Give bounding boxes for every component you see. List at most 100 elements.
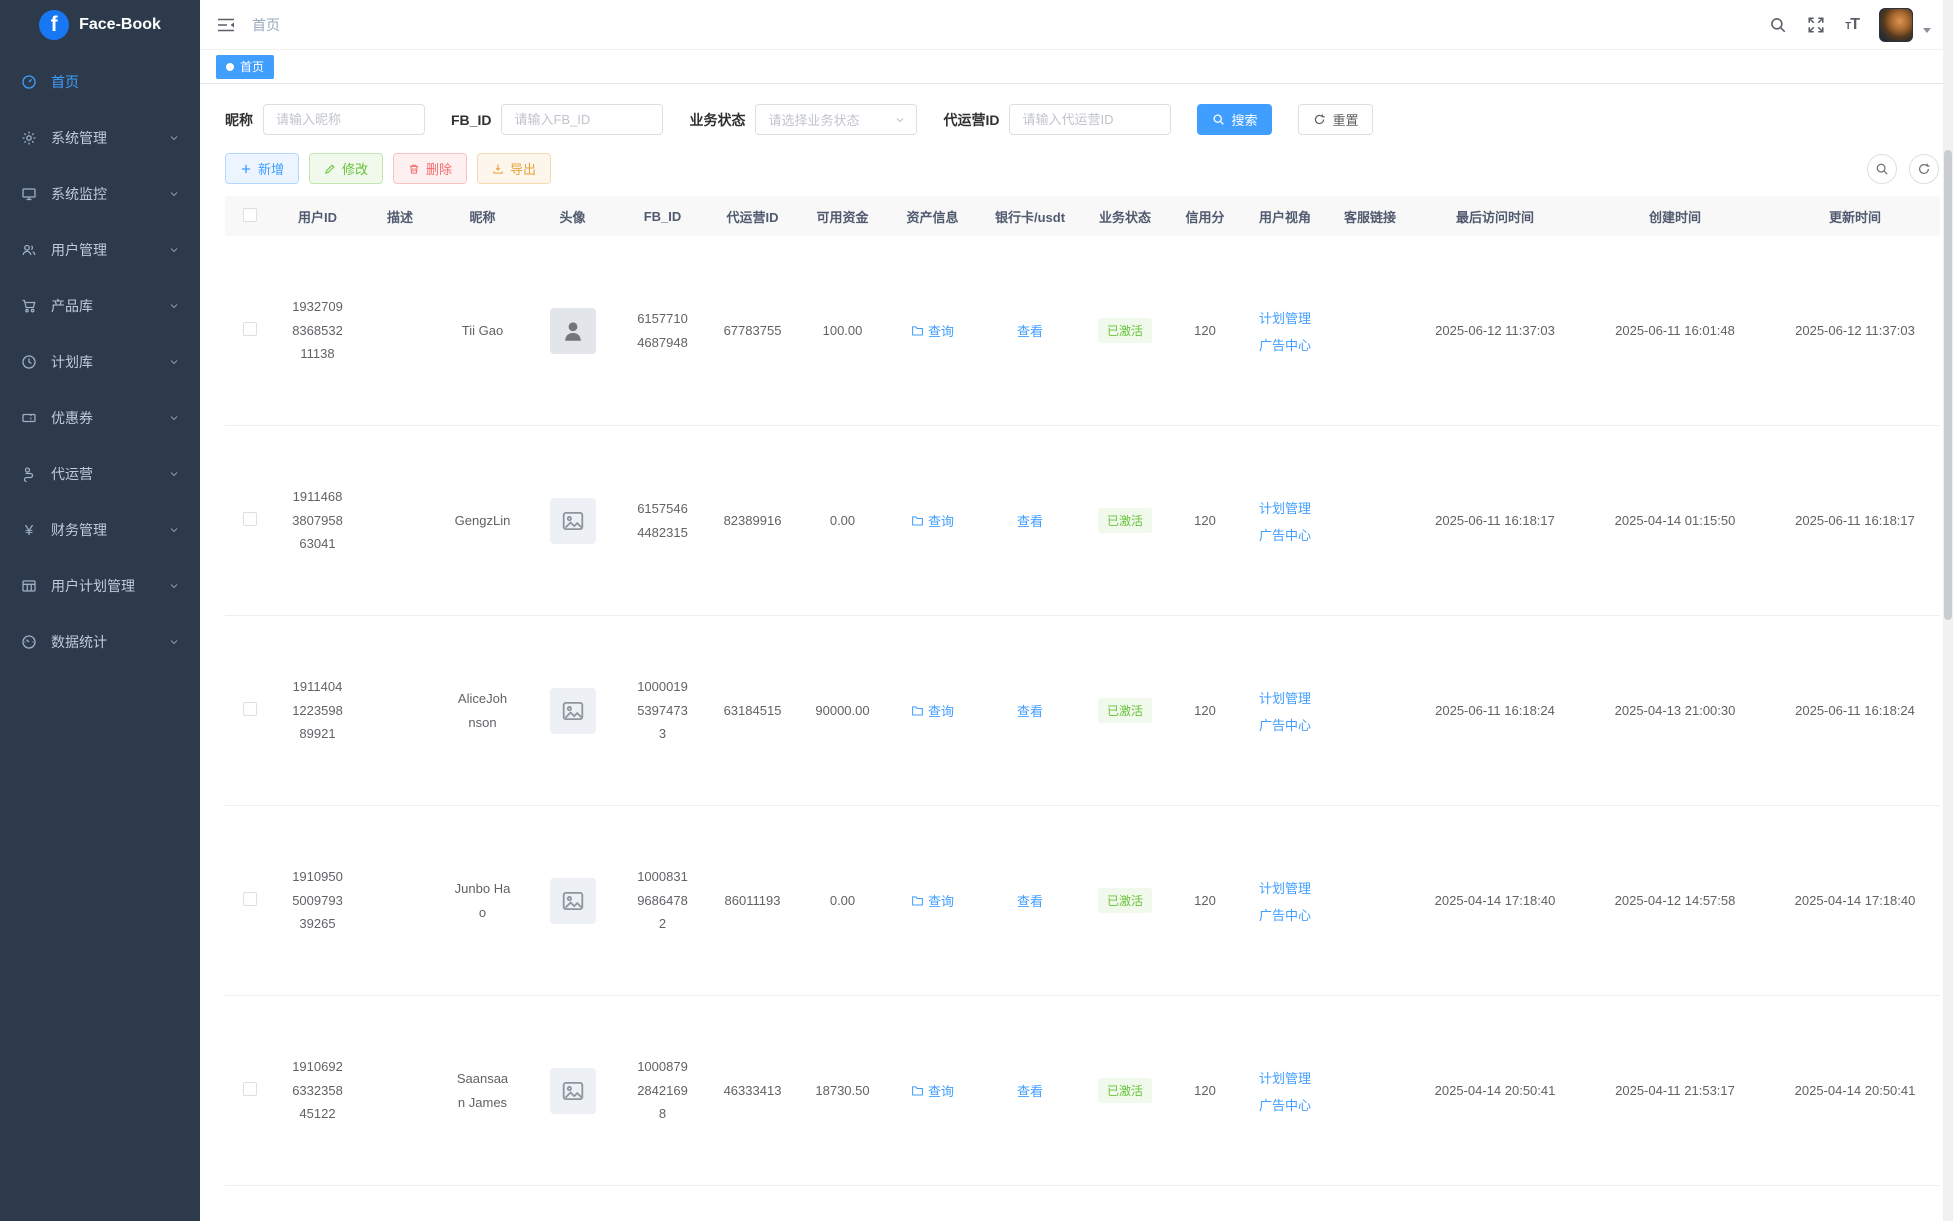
row-checkbox[interactable] (243, 512, 257, 526)
vertical-scrollbar[interactable] (1943, 0, 1953, 1221)
bank-view-link[interactable]: 查看 (1017, 701, 1043, 720)
clock-icon (20, 354, 38, 370)
users-table: 用户ID 描述 昵称 头像 FB_ID 代运营ID 可用资金 资产信息 银行卡/… (225, 196, 1940, 1186)
ad-center-link[interactable]: 广告中心 (1259, 1095, 1311, 1114)
col-user-id: 用户ID (275, 207, 360, 226)
search-icon[interactable] (1769, 16, 1787, 34)
search-button[interactable]: 搜索 (1197, 104, 1272, 135)
sidebar-item-home[interactable]: 首页 (0, 54, 200, 110)
topbar-actions: TT (1769, 8, 1931, 42)
refresh-icon[interactable] (1909, 154, 1939, 184)
col-description: 描述 (360, 207, 440, 226)
sidebar-item-label: 数据统计 (51, 632, 107, 652)
chevron-down-icon (168, 636, 180, 648)
col-last-visit: 最后访问时间 (1410, 207, 1580, 226)
user-id-cell: 1932709 8368532 11138 (275, 295, 360, 365)
plan-management-link[interactable]: 计划管理 (1259, 688, 1311, 707)
sidebar-item-finance-management[interactable]: ¥ 财务管理 (0, 502, 200, 558)
sidebar-item-plan-library[interactable]: 计划库 (0, 334, 200, 390)
last-visit-cell: 2025-06-11 16:18:17 (1410, 513, 1580, 528)
sidebar-item-agency-operations[interactable]: 代运营 (0, 446, 200, 502)
font-size-icon[interactable]: TT (1845, 16, 1859, 34)
sidebar-item-user-plan-management[interactable]: 用户计划管理 (0, 558, 200, 614)
yen-icon: ¥ (20, 523, 38, 538)
col-agent-id: 代运营ID (705, 207, 800, 226)
show-search-icon[interactable] (1867, 154, 1897, 184)
bank-view-link[interactable]: 查看 (1017, 511, 1043, 530)
plan-management-link[interactable]: 计划管理 (1259, 308, 1311, 327)
sidebar-item-coupons[interactable]: 优惠券 (0, 390, 200, 446)
row-checkbox[interactable] (243, 702, 257, 716)
edit-button[interactable]: 修改 (309, 153, 383, 184)
page-content: 昵称 FB_ID 业务状态 请选择业务状态 (200, 84, 1953, 1221)
sidebar-item-label: 用户管理 (51, 240, 107, 260)
last-visit-cell: 2025-06-11 16:18:24 (1410, 703, 1580, 718)
reset-button[interactable]: 重置 (1298, 104, 1373, 135)
avatar-dropdown-caret-icon[interactable] (1923, 28, 1931, 33)
agent-id-cell: 82389916 (705, 513, 800, 528)
operations-icon (20, 466, 38, 482)
row-checkbox[interactable] (243, 322, 257, 336)
asset-query-label: 查询 (928, 1081, 954, 1100)
credit-cell: 120 (1170, 1083, 1240, 1098)
row-checkbox[interactable] (243, 892, 257, 906)
agent-id-cell: 67783755 (705, 323, 800, 338)
plan-management-link[interactable]: 计划管理 (1259, 878, 1311, 897)
add-button[interactable]: 新增 (225, 153, 299, 184)
updated-cell: 2025-06-11 16:18:24 (1770, 703, 1940, 718)
business-status-placeholder: 请选择业务状态 (768, 110, 859, 129)
nickname-input[interactable] (263, 104, 425, 135)
sidebar-item-label: 首页 (51, 72, 79, 92)
fullscreen-icon[interactable] (1807, 16, 1825, 34)
bank-view-label: 查看 (1017, 701, 1043, 720)
sidebar-item-user-management[interactable]: 用户管理 (0, 222, 200, 278)
plan-management-link[interactable]: 计划管理 (1259, 498, 1311, 517)
monitor-icon (20, 186, 38, 202)
table-row: 1910950 5009793 39265 Junbo Ha o 1000831… (225, 806, 1940, 996)
asset-query-link[interactable]: 查询 (911, 321, 954, 340)
filter-business-status: 业务状态 请选择业务状态 (689, 104, 917, 135)
bank-view-link[interactable]: 查看 (1017, 891, 1043, 910)
col-nickname: 昵称 (440, 207, 525, 226)
ad-center-link[interactable]: 广告中心 (1259, 335, 1311, 354)
asset-query-link[interactable]: 查询 (911, 701, 954, 720)
sidebar-item-system-management[interactable]: 系统管理 (0, 110, 200, 166)
credit-cell: 120 (1170, 703, 1240, 718)
bank-view-link[interactable]: 查看 (1017, 1081, 1043, 1100)
sidebar-item-system-monitor[interactable]: 系统监控 (0, 166, 200, 222)
user-avatar[interactable] (1879, 8, 1913, 42)
row-checkbox[interactable] (243, 1082, 257, 1096)
scrollbar-thumb[interactable] (1944, 150, 1952, 620)
agent-id-cell: 46333413 (705, 1083, 800, 1098)
ad-center-link[interactable]: 广告中心 (1259, 715, 1311, 734)
sidebar-item-label: 系统管理 (51, 128, 107, 148)
tab-home[interactable]: 首页 (216, 55, 274, 79)
funds-cell: 90000.00 (800, 703, 885, 718)
updated-cell: 2025-04-14 20:50:41 (1770, 1083, 1940, 1098)
agent-id-input[interactable] (1009, 104, 1171, 135)
last-visit-cell: 2025-04-14 20:50:41 (1410, 1083, 1580, 1098)
sidebar-item-data-statistics[interactable]: 数据统计 (0, 614, 200, 670)
asset-query-link[interactable]: 查询 (911, 1081, 954, 1100)
sidebar: f Face-Book 首页 系统管理 (0, 0, 200, 1221)
status-badge: 已激活 (1098, 508, 1152, 533)
ad-center-link[interactable]: 广告中心 (1259, 905, 1311, 924)
table-row: 1932709 8368532 11138 Tii Gao 6157710 46… (225, 236, 1940, 426)
sidebar-item-product-library[interactable]: 产品库 (0, 278, 200, 334)
chevron-down-icon (168, 188, 180, 200)
fbid-input[interactable] (501, 104, 663, 135)
ad-center-link[interactable]: 广告中心 (1259, 525, 1311, 544)
delete-button[interactable]: 删除 (393, 153, 467, 184)
bank-view-label: 查看 (1017, 321, 1043, 340)
select-all-checkbox[interactable] (243, 208, 257, 222)
tag-bar: 首页 (200, 50, 1953, 84)
asset-query-link[interactable]: 查询 (911, 511, 954, 530)
asset-query-link[interactable]: 查询 (911, 891, 954, 910)
business-status-select[interactable]: 请选择业务状态 (755, 104, 917, 135)
export-button[interactable]: 导出 (477, 153, 551, 184)
bank-view-link[interactable]: 查看 (1017, 321, 1043, 340)
status-badge: 已激活 (1098, 888, 1152, 913)
sidebar-collapse-icon[interactable] (216, 15, 236, 35)
users-icon (20, 242, 38, 258)
plan-management-link[interactable]: 计划管理 (1259, 1068, 1311, 1087)
